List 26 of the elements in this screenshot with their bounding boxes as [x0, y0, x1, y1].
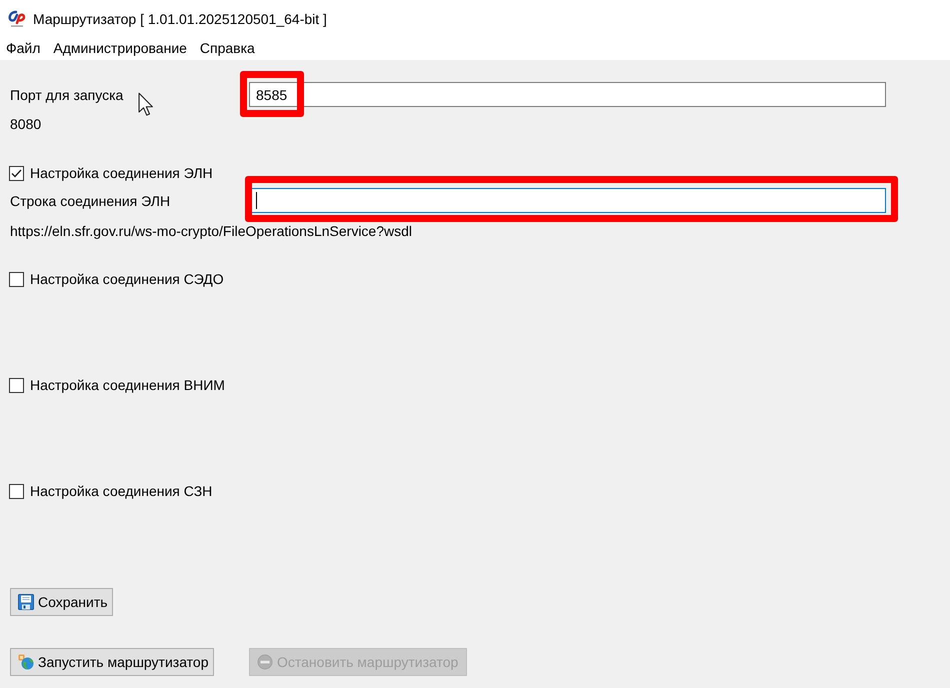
checkbox[interactable]	[9, 378, 24, 392]
menu-item[interactable]: Файл	[0, 38, 46, 59]
url-text: https://eln.sfr.gov.ru/ws-mo-crypto/FileOperationsLnService?wsdl	[10, 222, 412, 240]
menu-item[interactable]: Справка	[194, 38, 261, 59]
field-label: Порт для запуска	[10, 86, 124, 104]
save-button[interactable]: Сохранить	[10, 588, 113, 616]
connection-string-input[interactable]	[249, 188, 886, 213]
checkbox[interactable]	[9, 166, 24, 180]
port-input[interactable]: 8585	[249, 82, 886, 107]
minus-circle-icon	[257, 654, 273, 670]
text-caret-icon	[256, 192, 257, 209]
checkbox[interactable]	[9, 484, 24, 498]
field-label: Строка соединения ЭЛН	[10, 192, 170, 210]
checkbox-label[interactable]: Настройка соединения СЭДО	[30, 270, 224, 288]
logo-icon	[8, 10, 26, 28]
checkbox[interactable]	[9, 272, 24, 286]
current-value-text: 8080	[10, 115, 42, 133]
checkbox-label[interactable]: Настройка соединения ВНИМ	[30, 376, 225, 394]
checkbox-label[interactable]: Настройка соединения СЗН	[30, 482, 212, 500]
mouse-pointer-icon	[138, 92, 154, 117]
checkmark-icon	[11, 168, 22, 178]
start-button[interactable]: Запустить маршрутизатор	[10, 648, 214, 676]
window-title: Маршрутизатор [ 1.01.01.2025120501_64-bit ]	[33, 10, 327, 26]
globe-icon	[18, 654, 34, 670]
menu-item[interactable]: Администрирование	[47, 38, 193, 59]
checkbox-label[interactable]: Настройка соединения ЭЛН	[30, 164, 213, 182]
